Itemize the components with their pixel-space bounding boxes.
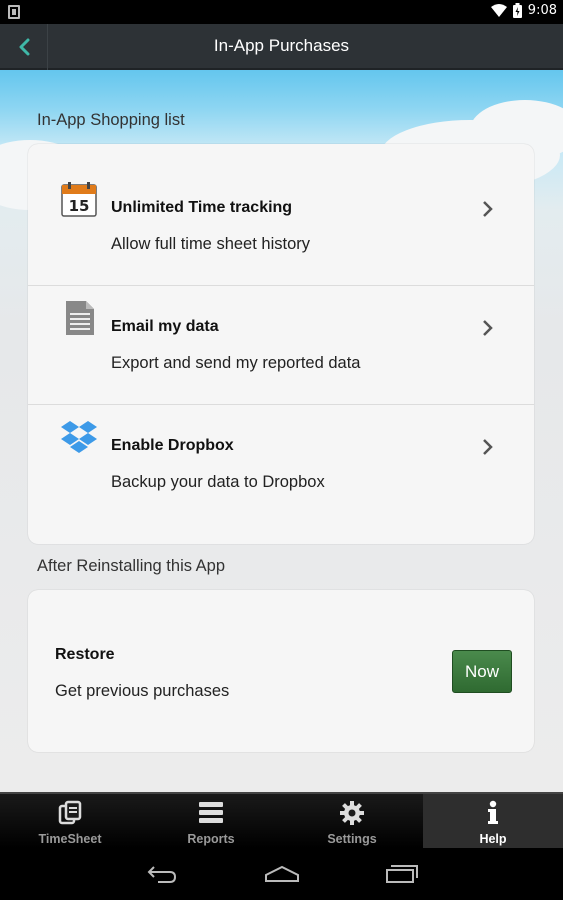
tab-reports[interactable]: Reports (141, 794, 281, 848)
battery-icon (512, 3, 522, 18)
item-title: Unlimited Time tracking (111, 199, 293, 216)
item-subtitle: Allow full time sheet history (111, 235, 310, 253)
nav-recents-button[interactable] (382, 862, 422, 886)
nav-home-button[interactable] (262, 862, 302, 886)
status-bar: 9:08 (0, 0, 563, 24)
list-item-unlimited-time[interactable]: 15 Unlimited Time tracking Allow full ti… (28, 144, 534, 262)
restore-now-button[interactable]: Now (452, 650, 512, 693)
page-title: In-App Purchases (213, 36, 350, 55)
tab-label: Settings (327, 832, 377, 846)
shopping-list-card: 15 Unlimited Time tracking Allow full ti… (28, 144, 534, 544)
nav-back-button[interactable] (142, 862, 182, 886)
chevron-right-icon (483, 320, 493, 336)
item-title: Enable Dropbox (111, 437, 234, 454)
item-title: Email my data (111, 318, 219, 335)
list-item-email-data[interactable]: Email my data Export and send my reporte… (28, 263, 534, 381)
item-subtitle: Export and send my reported data (111, 354, 361, 372)
tab-label: Reports (187, 832, 235, 846)
shopping-section-label: In-App Shopping list (37, 111, 185, 129)
list-item-dropbox[interactable]: Enable Dropbox Backup your data to Dropb… (28, 382, 534, 500)
notification-icon (8, 5, 20, 19)
system-nav-bar (0, 848, 563, 900)
back-nav-icon (147, 866, 177, 883)
document-icon (66, 301, 94, 335)
restore-card: Restore Get previous purchases Now (28, 590, 534, 752)
reports-icon (199, 802, 223, 823)
item-subtitle: Backup your data to Dropbox (111, 473, 325, 491)
status-time: 9:08 (527, 3, 557, 18)
tab-settings[interactable]: Settings (282, 794, 422, 848)
restore-subtitle: Get previous purchases (55, 682, 230, 700)
wifi-icon (490, 3, 507, 18)
content-area: In-App Shopping list 15 Unlimited Time t… (0, 70, 563, 792)
tab-label: TimeSheet (38, 832, 102, 846)
info-icon (488, 800, 498, 824)
tab-timesheet[interactable]: TimeSheet (0, 794, 140, 848)
restore-section-label: After Reinstalling this App (37, 557, 226, 575)
home-nav-icon (265, 865, 299, 882)
action-bar: In-App Purchases (0, 24, 563, 70)
tab-help[interactable]: Help (423, 794, 563, 848)
restore-title: Restore (55, 646, 115, 663)
gear-icon (340, 801, 364, 825)
bottom-tab-bar: TimeSheet Reports Settings Help (0, 792, 563, 848)
tab-label: Help (479, 832, 507, 846)
svg-text:15: 15 (69, 197, 90, 215)
calendar-icon: 15 (61, 182, 97, 217)
chevron-right-icon (483, 201, 493, 217)
timesheet-icon (58, 800, 82, 825)
dropbox-icon (61, 421, 97, 453)
chevron-right-icon (483, 439, 493, 455)
recents-nav-icon (386, 865, 418, 883)
status-right: 9:08 (490, 3, 557, 18)
